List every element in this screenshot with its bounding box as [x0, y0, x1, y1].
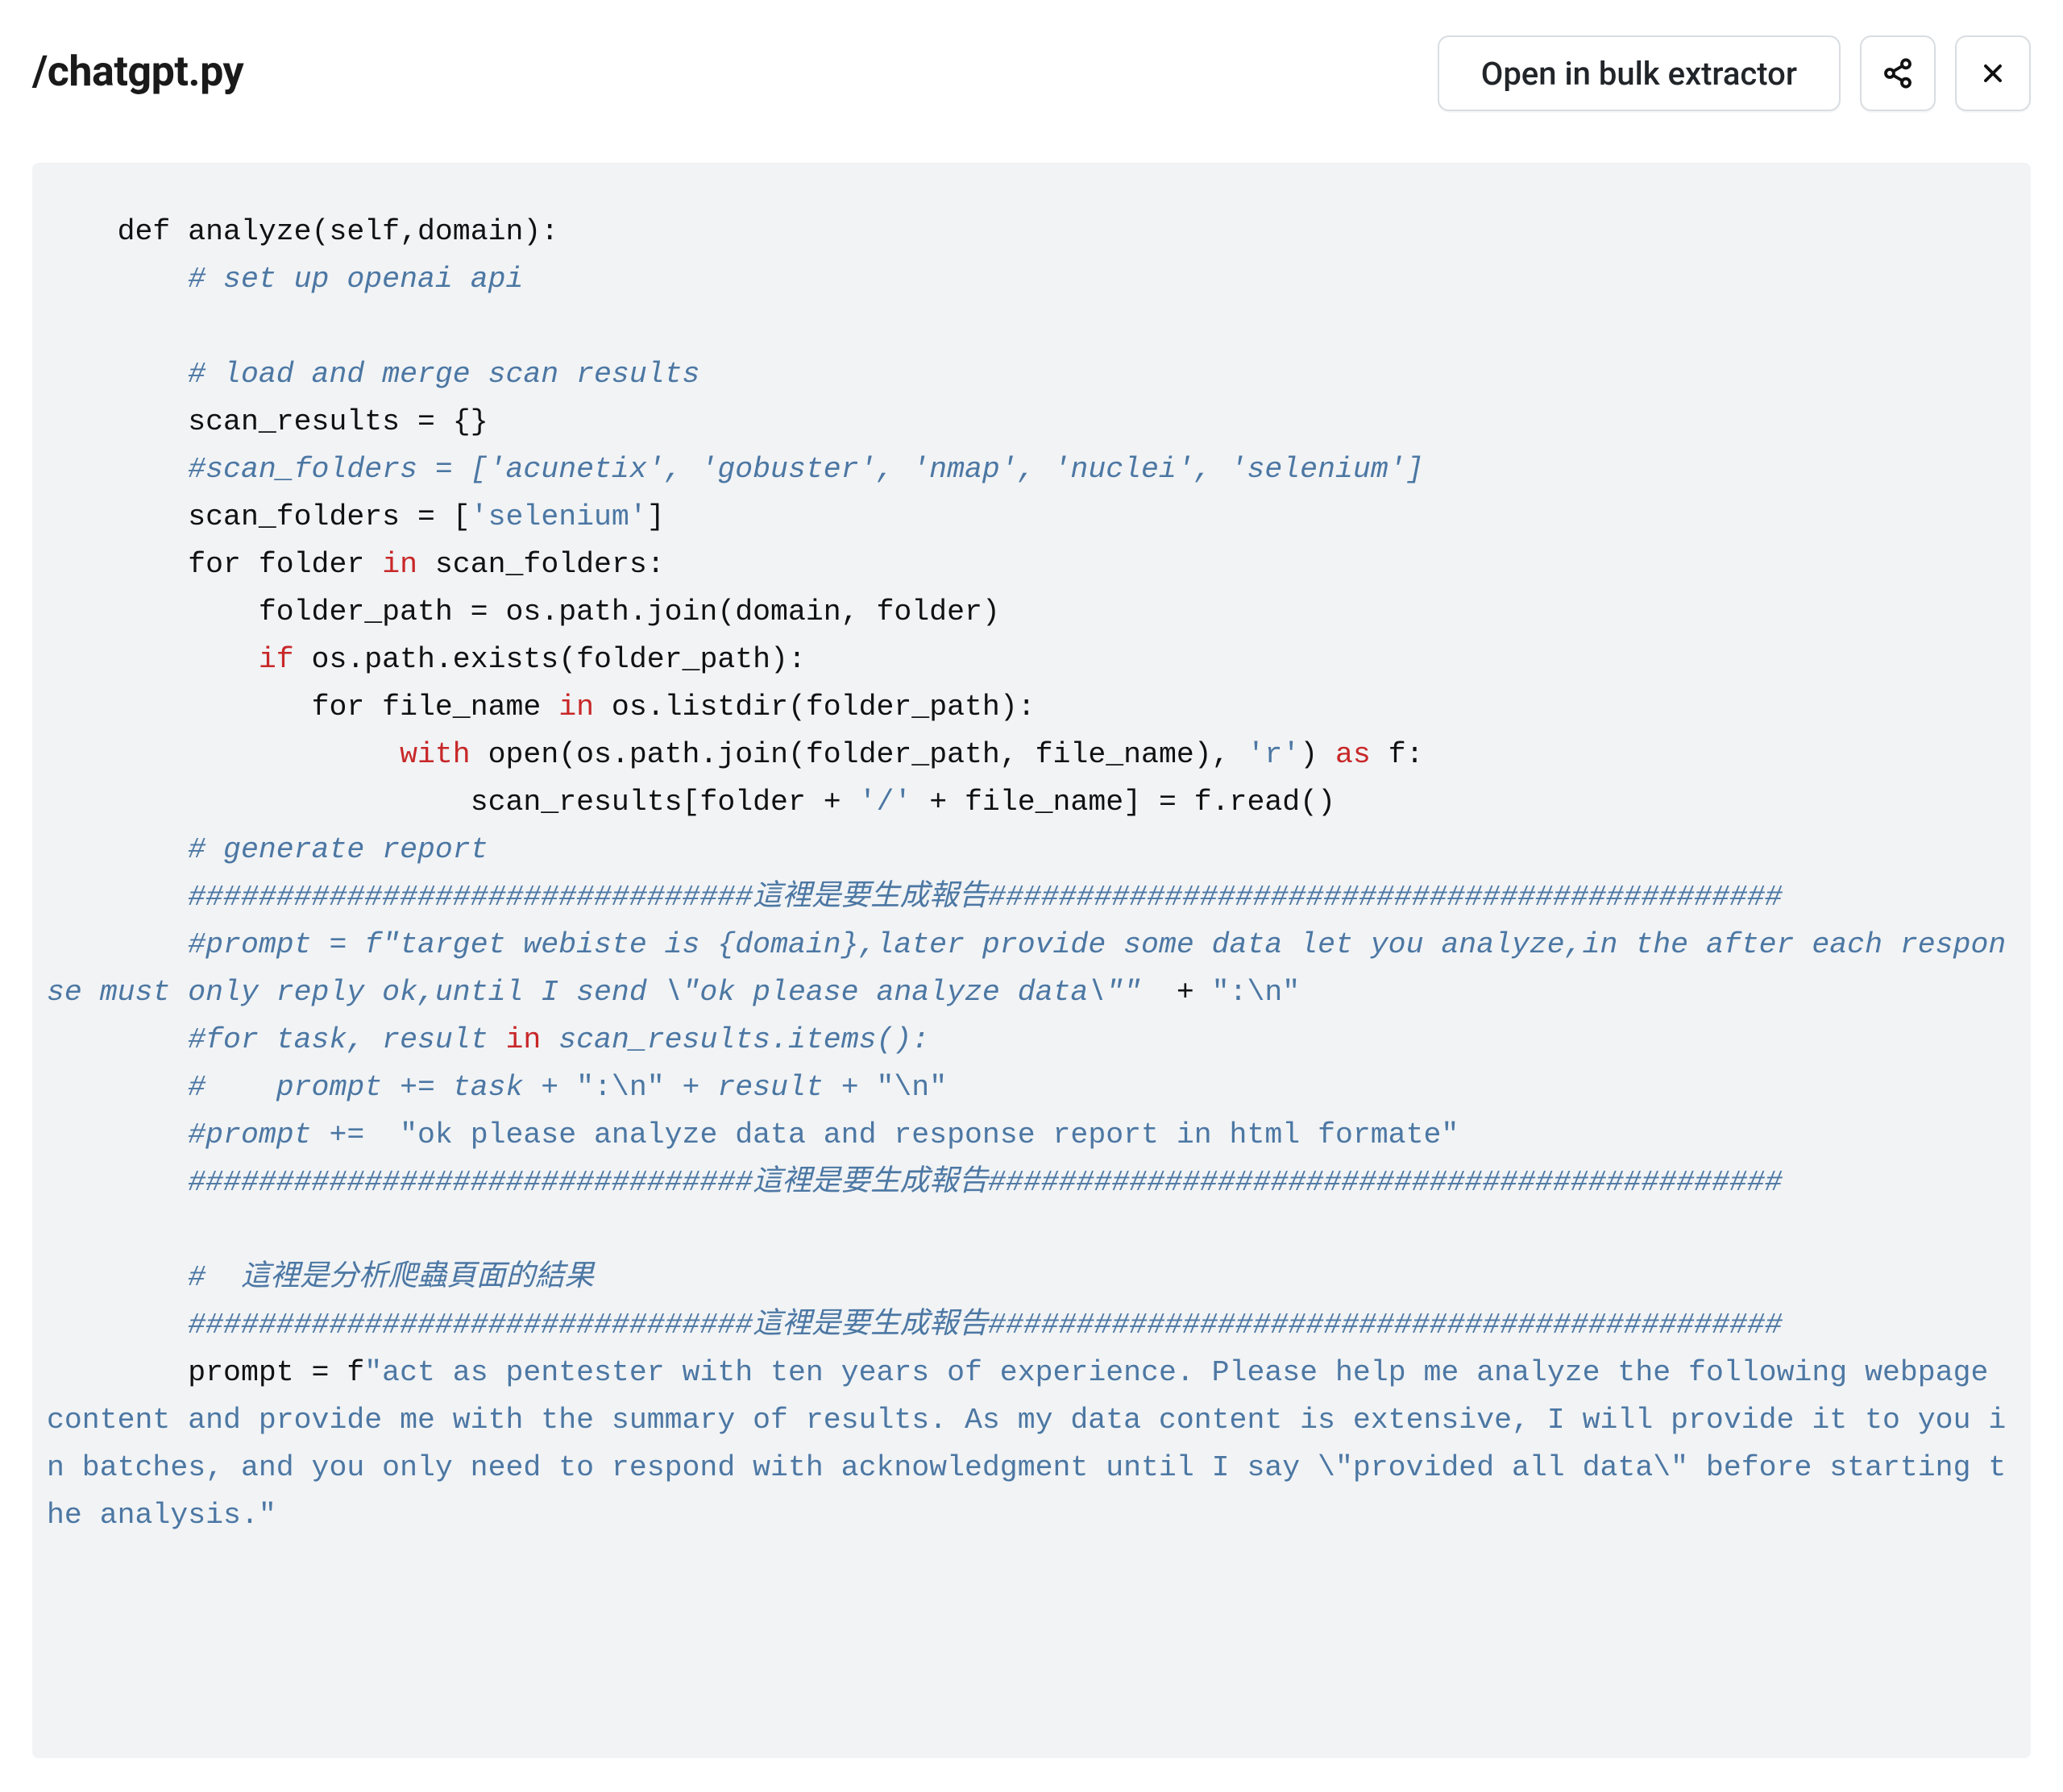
source-code: def analyze(self,domain): # set up opena… [47, 208, 2016, 1539]
share-button[interactable] [1860, 35, 1936, 111]
open-bulk-extractor-label: Open in bulk extractor [1481, 55, 1797, 93]
open-bulk-extractor-button[interactable]: Open in bulk extractor [1438, 35, 1841, 111]
share-icon [1882, 57, 1914, 89]
viewer-header: /chatgpt.py Open in bulk extractor [0, 0, 2063, 111]
file-path-title: /chatgpt.py [32, 47, 243, 96]
close-button[interactable] [1955, 35, 2031, 111]
header-actions: Open in bulk extractor [1438, 35, 2031, 111]
close-icon [1978, 59, 2007, 88]
code-panel[interactable]: def analyze(self,domain): # set up opena… [32, 163, 2031, 1758]
